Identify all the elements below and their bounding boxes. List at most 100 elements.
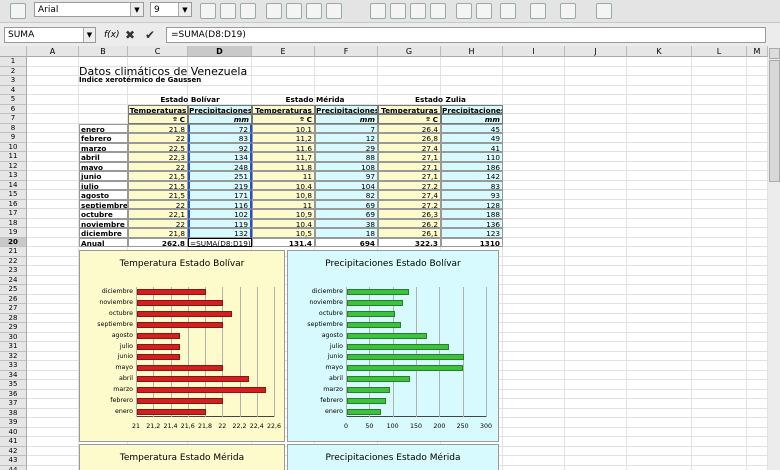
column-header-j[interactable]: J <box>565 46 627 57</box>
chart-bar[interactable] <box>347 321 402 328</box>
temperature-cell[interactable]: 11,7 <box>252 152 315 162</box>
precipitation-cell[interactable]: 188 <box>441 209 503 219</box>
precipitation-cell[interactable]: 69 <box>315 209 378 219</box>
temperature-cell[interactable]: 26,2 <box>378 218 441 228</box>
temperature-cell[interactable]: 27,4 <box>378 142 441 152</box>
temperature-cell[interactable]: 10,9 <box>252 209 315 219</box>
column-header-c[interactable]: C <box>128 46 188 57</box>
row-header-4[interactable]: 4 <box>0 85 27 95</box>
precipitation-cell[interactable]: 92 <box>188 142 252 152</box>
precipitation-cell[interactable]: 69 <box>315 199 378 209</box>
temperature-cell[interactable]: 21,5 <box>128 180 188 190</box>
temperature-cell[interactable]: 11 <box>252 199 315 209</box>
precipitation-cell[interactable]: 248 <box>188 161 252 171</box>
row-header-32[interactable]: 32 <box>0 351 27 361</box>
chart-bar[interactable] <box>347 300 403 307</box>
chart-bar[interactable] <box>137 397 224 404</box>
more-options-icon[interactable] <box>596 3 612 19</box>
precipitation-cell[interactable]: 45 <box>441 123 503 133</box>
row-header-43[interactable]: 43 <box>0 456 27 466</box>
annual-merida-precip[interactable]: 694 <box>315 237 378 247</box>
precipitation-cell[interactable]: 83 <box>188 133 252 143</box>
row-header-1[interactable]: 1 <box>0 57 27 67</box>
column-header-k[interactable]: K <box>627 46 692 57</box>
row-header-24[interactable]: 24 <box>0 275 27 285</box>
chart-bar[interactable] <box>137 354 181 361</box>
align-center-icon[interactable] <box>286 3 302 19</box>
row-header-38[interactable]: 38 <box>0 408 27 418</box>
temperature-cell[interactable]: 21,5 <box>128 171 188 181</box>
precipitation-cell[interactable]: 82 <box>315 190 378 200</box>
column-header-e[interactable]: E <box>252 46 315 57</box>
precipitation-cell[interactable]: 12 <box>315 133 378 143</box>
font-name-select[interactable]: Arial ▼ <box>34 2 144 17</box>
annual-bolivar-temp[interactable]: 262,8 <box>128 237 188 247</box>
row-header-19[interactable]: 19 <box>0 228 27 238</box>
row-header-23[interactable]: 23 <box>0 266 27 276</box>
precipitation-cell[interactable]: 49 <box>441 133 503 143</box>
underline-icon[interactable] <box>240 3 256 19</box>
precipitation-cell[interactable]: 116 <box>188 199 252 209</box>
chart-temperature-merida[interactable]: Temperatura Estado Mérida <box>79 444 285 470</box>
temperature-cell[interactable]: 27,1 <box>378 152 441 162</box>
temperature-cell[interactable]: 27,2 <box>378 199 441 209</box>
row-header-30[interactable]: 30 <box>0 332 27 342</box>
styles-icon[interactable] <box>10 3 26 19</box>
row-header-29[interactable]: 29 <box>0 323 27 333</box>
row-header-31[interactable]: 31 <box>0 342 27 352</box>
column-header-h[interactable]: H <box>441 46 503 57</box>
annual-zulia-temp[interactable]: 322,3 <box>378 237 441 247</box>
currency-icon[interactable] <box>370 3 386 19</box>
precipitation-cell[interactable]: 72 <box>188 123 252 133</box>
temperature-cell[interactable]: 21,5 <box>128 190 188 200</box>
italic-icon[interactable] <box>220 3 236 19</box>
chart-bar[interactable] <box>347 376 410 383</box>
temperature-cell[interactable]: 10,4 <box>252 218 315 228</box>
row-header-14[interactable]: 14 <box>0 180 27 190</box>
precipitation-cell[interactable]: 93 <box>441 190 503 200</box>
precipitation-cell[interactable]: 102 <box>188 209 252 219</box>
precipitation-cell[interactable]: 88 <box>315 152 378 162</box>
row-header-11[interactable]: 11 <box>0 152 27 162</box>
temperature-cell[interactable]: 27,1 <box>378 171 441 181</box>
row-header-13[interactable]: 13 <box>0 171 27 181</box>
temperature-cell[interactable]: 22 <box>128 161 188 171</box>
precipitation-cell[interactable]: 7 <box>315 123 378 133</box>
chart-bar[interactable] <box>137 332 181 339</box>
temperature-cell[interactable]: 10,1 <box>252 123 315 133</box>
precipitation-cell[interactable]: 128 <box>441 199 503 209</box>
cancel-icon[interactable]: ✖ <box>125 28 135 42</box>
row-header-26[interactable]: 26 <box>0 294 27 304</box>
row-header-41[interactable]: 41 <box>0 437 27 447</box>
temperature-cell[interactable]: 22 <box>128 218 188 228</box>
row-header-12[interactable]: 12 <box>0 161 27 171</box>
temperature-cell[interactable]: 22,3 <box>128 152 188 162</box>
annual-merida-temp[interactable]: 131,4 <box>252 237 315 247</box>
precipitation-cell[interactable]: 18 <box>315 228 378 238</box>
column-header-b[interactable]: B <box>79 46 128 57</box>
chart-bar[interactable] <box>137 289 206 296</box>
temperature-cell[interactable]: 22 <box>128 199 188 209</box>
precipitation-cell[interactable]: 83 <box>441 180 503 190</box>
row-header-33[interactable]: 33 <box>0 361 27 371</box>
row-header-42[interactable]: 42 <box>0 446 27 456</box>
row-header-22[interactable]: 22 <box>0 256 27 266</box>
column-header-m[interactable]: M <box>747 46 768 57</box>
row-header-10[interactable]: 10 <box>0 142 27 152</box>
temperature-cell[interactable]: 22,5 <box>128 142 188 152</box>
chart-bar[interactable] <box>347 354 465 361</box>
row-header-39[interactable]: 39 <box>0 418 27 428</box>
chevron-down-icon[interactable]: ▼ <box>83 28 95 42</box>
temperature-cell[interactable]: 26,4 <box>378 123 441 133</box>
align-right-icon[interactable] <box>306 3 322 19</box>
chart-bar[interactable] <box>347 386 390 393</box>
precipitation-cell[interactable]: 108 <box>315 161 378 171</box>
precipitation-cell[interactable]: 119 <box>188 218 252 228</box>
annual-zulia-precip[interactable]: 1310 <box>441 237 503 247</box>
chart-bar[interactable] <box>347 408 381 415</box>
row-header-20[interactable]: 20 <box>0 237 27 247</box>
column-header-d[interactable]: D <box>188 46 252 57</box>
precipitation-cell[interactable]: 41 <box>441 142 503 152</box>
percent-icon[interactable] <box>390 3 406 19</box>
chart-bar[interactable] <box>347 311 395 318</box>
